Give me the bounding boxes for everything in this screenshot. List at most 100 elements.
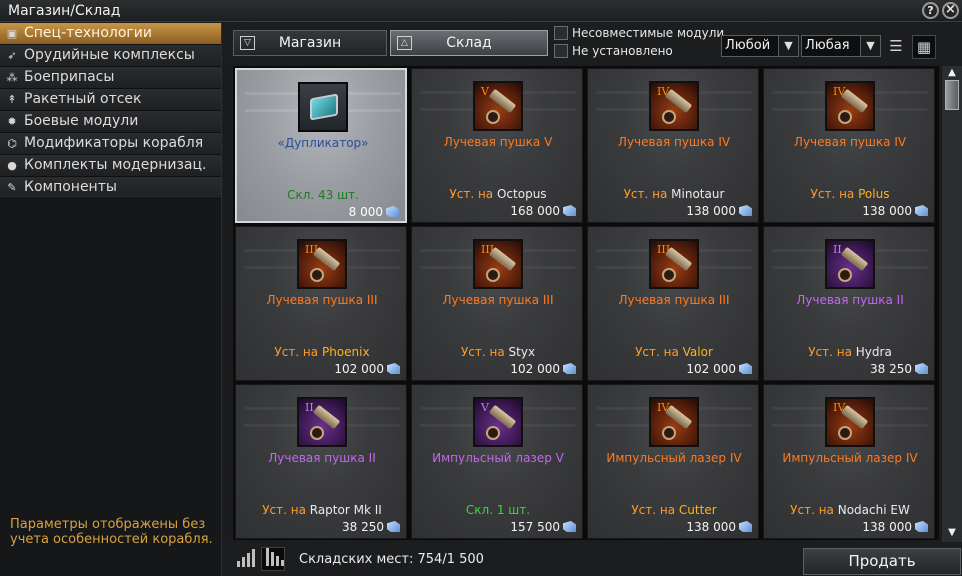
item-name: Импульсный лазер IV xyxy=(606,451,742,465)
sort-ascending-icon[interactable] xyxy=(233,547,257,571)
item-name: Лучевая пушка II xyxy=(268,451,376,465)
weapon-icon: III xyxy=(473,239,523,289)
tab-shop[interactable]: ▽ Магазин xyxy=(233,30,387,56)
ship-name: Raptor Mk II xyxy=(309,503,382,517)
tier-label: V xyxy=(481,401,489,414)
item-card[interactable]: IV Лучевая пушка IV Уст. на Polus 138 000 xyxy=(763,68,935,223)
item-price: 138 000 xyxy=(686,520,752,534)
ammo-icon: ⁂ xyxy=(6,71,18,84)
tier-dropdown[interactable]: Любой ▼ xyxy=(721,35,799,57)
credits-icon xyxy=(563,205,576,216)
grid-view-button[interactable]: ▦ xyxy=(912,35,936,59)
item-status: Уст. на Valor xyxy=(588,345,758,359)
item-card[interactable]: «Дупликатор» Скл. 43 шт. 8 000 xyxy=(235,68,407,223)
item-price: 157 500 xyxy=(510,520,576,534)
item-price: 102 000 xyxy=(510,362,576,376)
sidebar-item-label: Боеприпасы xyxy=(24,69,115,85)
grid-scrollbar[interactable]: ▲ ▼ xyxy=(942,66,962,542)
item-price: 138 000 xyxy=(862,204,928,218)
incompatible-label: Несовместимые модули xyxy=(572,26,725,40)
item-card[interactable]: III Лучевая пушка III Уст. на Phoenix 102 0… xyxy=(235,226,407,381)
item-grid: «Дупликатор» Скл. 43 шт. 8 000 V Лучевая пуш… xyxy=(233,66,939,540)
installed-on-label: Уст. на xyxy=(631,503,676,517)
ship-name: Styx xyxy=(508,345,536,359)
list-view-button[interactable]: ☰ xyxy=(884,35,908,59)
scroll-thumb[interactable] xyxy=(945,80,959,110)
item-status: Уст. на Raptor Mk II xyxy=(236,503,406,517)
footer-bar: Складских мест: 754/1 500 Продать xyxy=(223,543,962,576)
item-price: 38 250 xyxy=(870,362,928,376)
credits-icon xyxy=(915,363,928,374)
modifier-icon: ⌬ xyxy=(7,137,17,150)
not-installed-checkbox[interactable] xyxy=(554,44,568,58)
item-name: Лучевая пушка V xyxy=(443,135,553,149)
sidebar-item-2[interactable]: ➶ Орудийные комплексы xyxy=(0,45,221,67)
parameters-note: Параметры отображены без учета особеннос… xyxy=(10,517,213,547)
type-dropdown-value: Любая xyxy=(805,38,850,53)
weapon-icon: IV xyxy=(825,81,875,131)
item-card[interactable]: IV Лучевая пушка IV Уст. на Minotaur 138 00… xyxy=(587,68,759,223)
help-button[interactable]: ? xyxy=(922,2,939,19)
sidebar-item-7[interactable]: ● Комплекты модернизац. xyxy=(0,155,221,177)
gear-icon: ✹ xyxy=(7,115,17,128)
credits-icon xyxy=(387,363,400,374)
ship-name: Hydra xyxy=(855,345,892,359)
item-card[interactable]: IV Импульсный лазер IV Уст. на Cutter 138 0… xyxy=(587,384,759,539)
item-status: Уст. на Styx xyxy=(412,345,582,359)
item-card[interactable]: III Лучевая пушка III Уст. на Styx 102 000 xyxy=(411,226,583,381)
installed-on-label: Уст. на xyxy=(810,187,855,201)
sidebar-item-3[interactable]: ⁂ Боеприпасы xyxy=(0,67,221,89)
credits-icon xyxy=(387,521,400,532)
credits-icon xyxy=(915,205,928,216)
incompatible-checkbox[interactable] xyxy=(554,26,568,40)
weapon-icon: II xyxy=(825,239,875,289)
sidebar-item-label: Модификаторы корабля xyxy=(24,135,204,151)
credits-icon xyxy=(563,521,576,532)
item-card[interactable]: III Лучевая пушка III Уст. на Valor 102 000 xyxy=(587,226,759,381)
weapon-icon: III xyxy=(649,239,699,289)
sidebar-item-label: Боевые модули xyxy=(24,113,139,129)
sidebar-item-8[interactable]: ✎ Компоненты xyxy=(0,177,221,199)
price-value: 38 250 xyxy=(870,362,912,376)
item-card[interactable]: V Импульсный лазер V Скл. 1 шт. 157 500 xyxy=(411,384,583,539)
price-value: 138 000 xyxy=(686,204,736,218)
price-value: 157 500 xyxy=(510,520,560,534)
scroll-up-icon[interactable]: ▲ xyxy=(942,66,962,80)
credits-icon xyxy=(739,205,752,216)
sell-button[interactable]: Продать xyxy=(803,548,961,575)
price-value: 168 000 xyxy=(510,204,560,218)
item-status: Скл. 1 шт. xyxy=(465,503,531,517)
item-price: 168 000 xyxy=(510,204,576,218)
tier-label: V xyxy=(481,85,489,98)
weapon-icon: III xyxy=(297,239,347,289)
ship-name: Octopus xyxy=(496,187,547,201)
item-card[interactable]: II Лучевая пушка II Уст. на Raptor Mk II 38… xyxy=(235,384,407,539)
item-name: Лучевая пушка III xyxy=(442,293,554,307)
item-status: Уст. на Minotaur xyxy=(588,187,758,201)
item-price: 102 000 xyxy=(686,362,752,376)
sidebar-item-label: Спец-технологии xyxy=(24,25,152,41)
item-card[interactable]: II Лучевая пушка II Уст. на Hydra 38 250 xyxy=(763,226,935,381)
window-title: Магазин/Склад xyxy=(8,3,121,19)
close-button[interactable]: × xyxy=(942,2,959,19)
scroll-down-icon[interactable]: ▼ xyxy=(942,526,962,540)
installed-on-label: Уст. на xyxy=(790,503,834,517)
sidebar-item-6[interactable]: ⌬ Модификаторы корабля xyxy=(0,133,221,155)
item-card[interactable]: IV Импульсный лазер IV Уст. на Nodachi EW 1… xyxy=(763,384,935,539)
sidebar-item-label: Ракетный отсек xyxy=(24,91,142,107)
installed-on-label: Уст. на xyxy=(808,345,852,359)
sidebar-item-1[interactable]: ▣ Спец-технологии xyxy=(0,23,221,45)
credits-icon xyxy=(739,363,752,374)
sort-descending-icon[interactable] xyxy=(261,547,285,571)
sidebar-item-5[interactable]: ✹ Боевые модули xyxy=(0,111,221,133)
price-value: 138 000 xyxy=(686,520,736,534)
item-card[interactable]: V Лучевая пушка V Уст. на Octopus 168 000 xyxy=(411,68,583,223)
type-dropdown[interactable]: Любая ▼ xyxy=(801,35,881,57)
shop-window: Магазин/Склад ? × ▣ Спец-технологии ➶ Оруди… xyxy=(0,0,962,576)
price-value: 38 250 xyxy=(342,520,384,534)
price-value: 102 000 xyxy=(510,362,560,376)
tab-storage[interactable]: △ Склад xyxy=(390,30,548,56)
sidebar-item-4[interactable]: ↟ Ракетный отсек xyxy=(0,89,221,111)
item-name: «Дупликатор» xyxy=(277,136,369,150)
credits-icon xyxy=(563,363,576,374)
